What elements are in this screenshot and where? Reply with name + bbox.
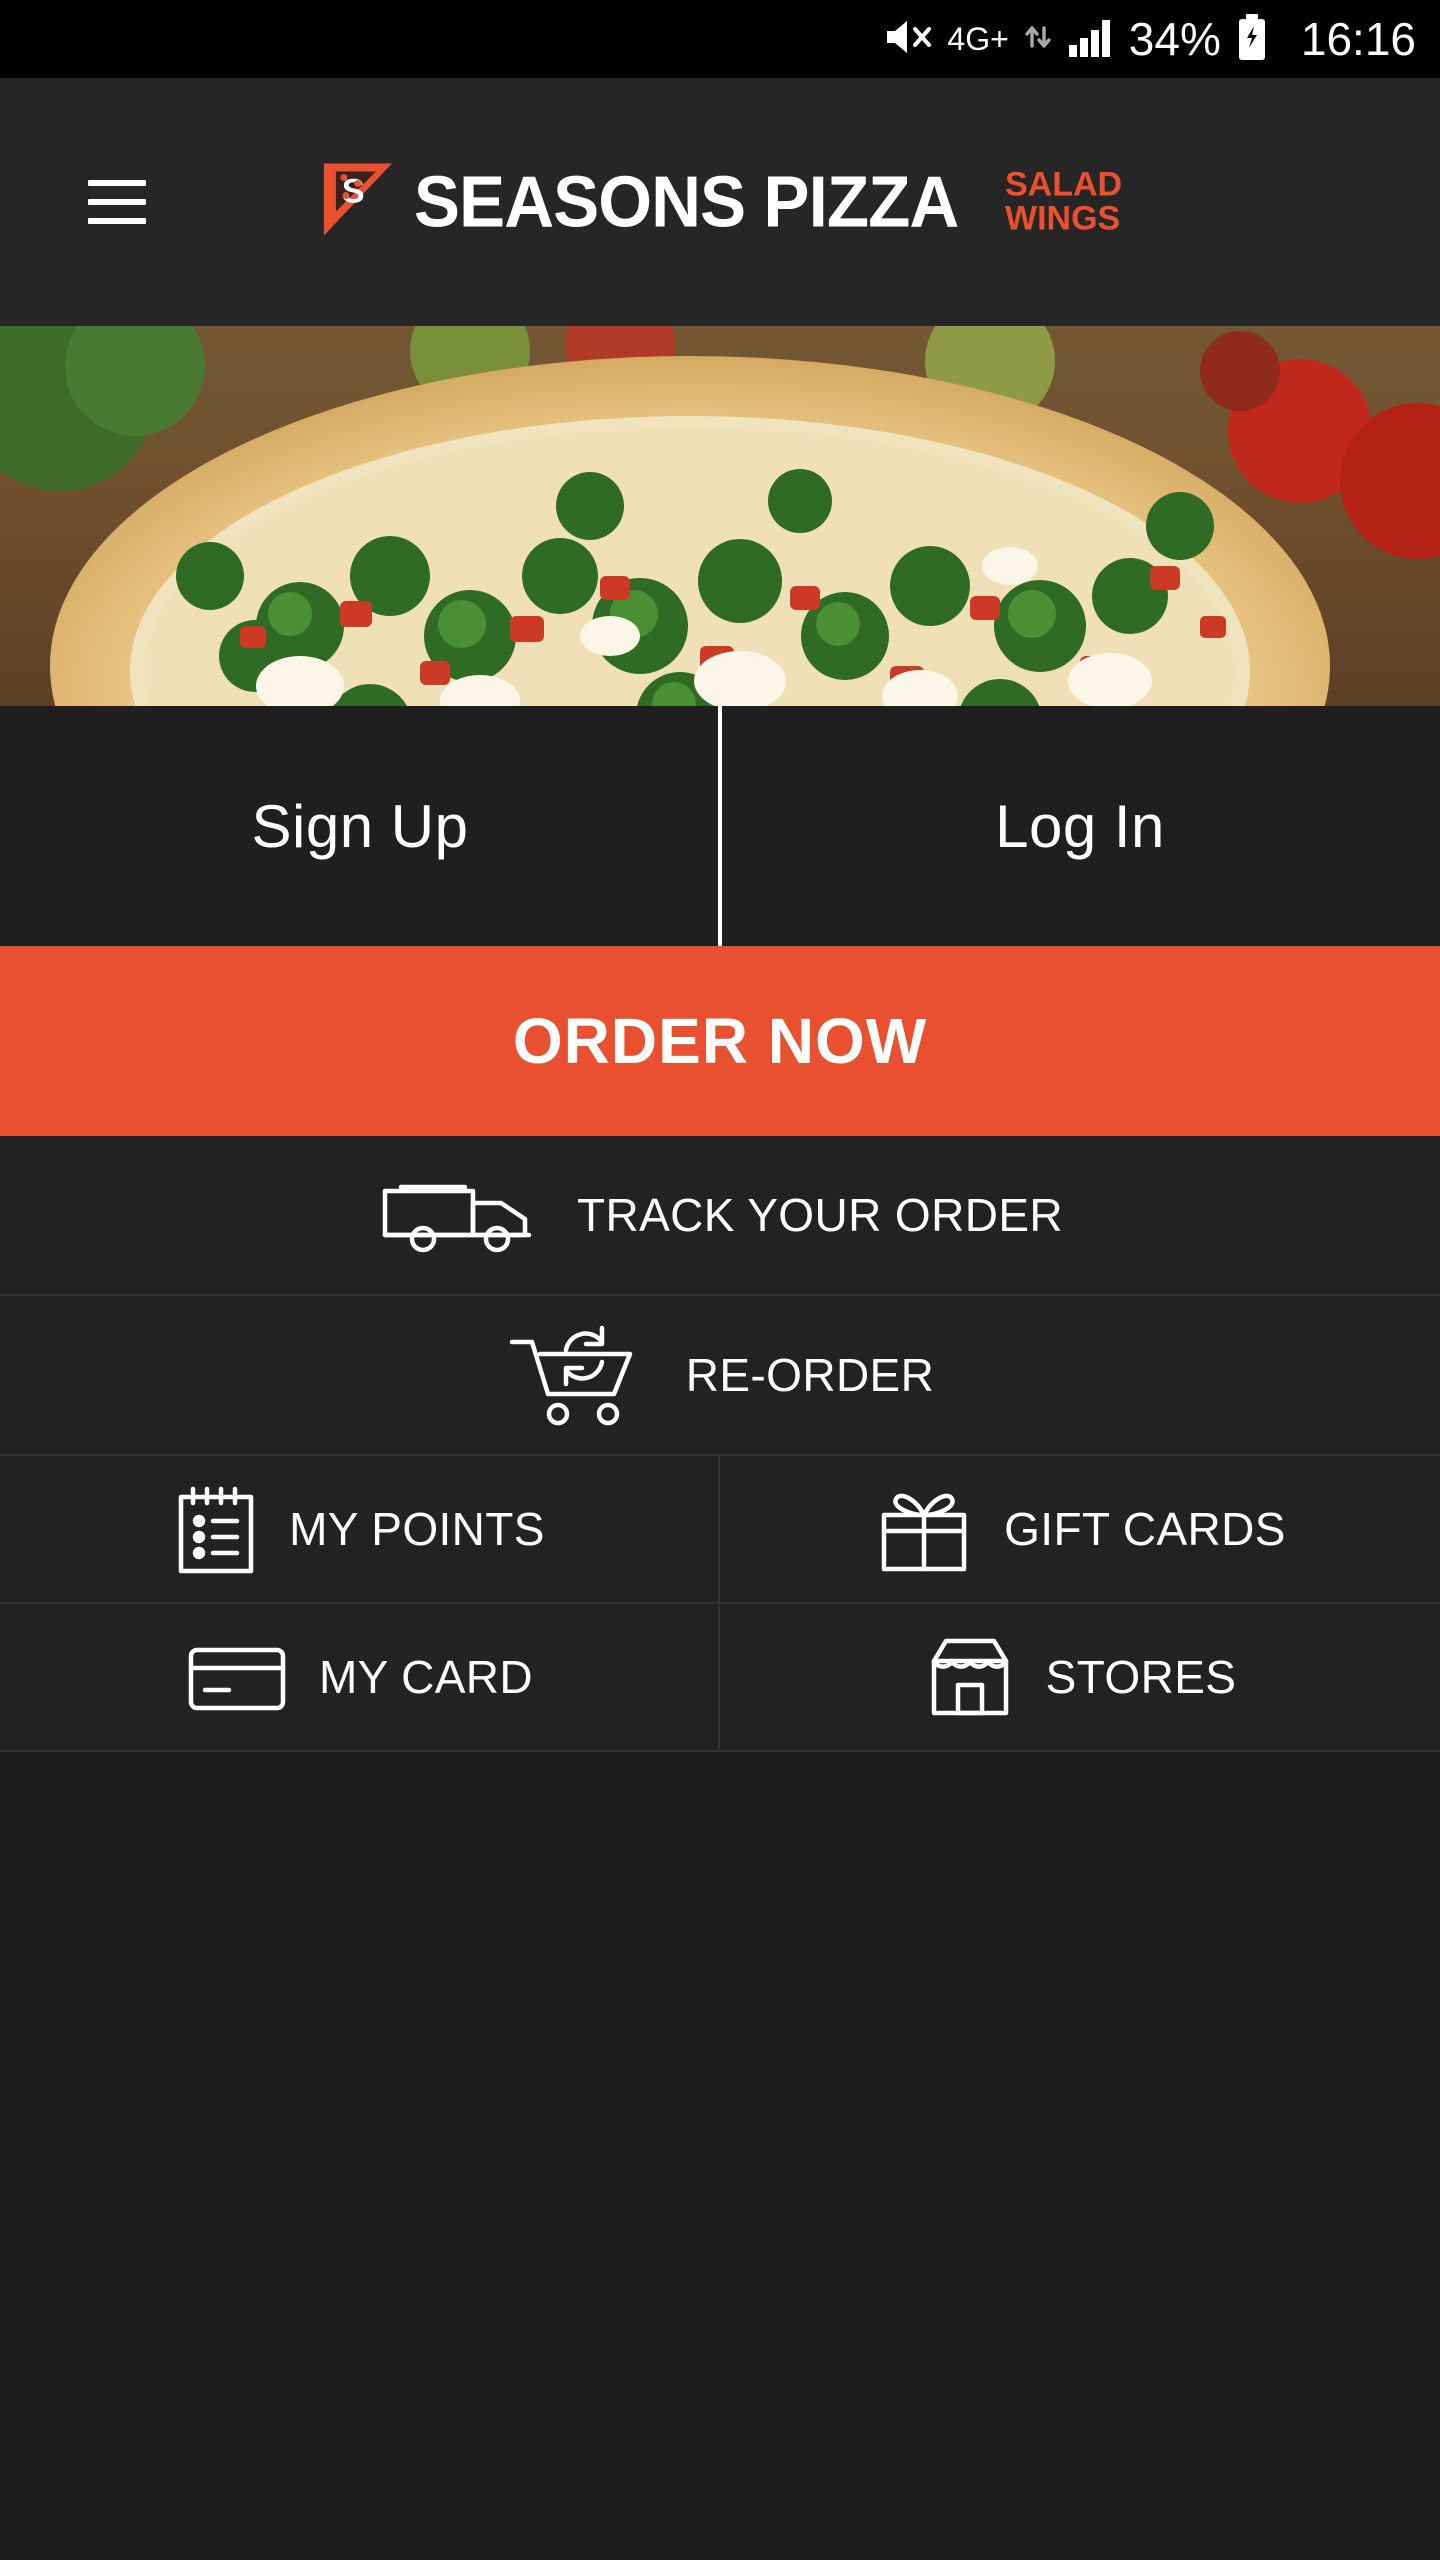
log-in-label: Log In <box>995 792 1165 860</box>
order-now-label: ORDER NOW <box>512 1005 928 1077</box>
re-order-row[interactable]: RE-ORDER <box>0 1296 1440 1456</box>
brand-tagline-line1: SALAD <box>1004 165 1123 204</box>
bottom-spacer <box>0 1752 1440 1782</box>
hamburger-menu-icon[interactable] <box>88 180 146 224</box>
storefront-icon <box>924 1631 1016 1723</box>
status-icons: 4G+ 34% 16:16 <box>883 12 1416 67</box>
status-clock: 16:16 <box>1300 13 1416 65</box>
quick-links-grid: MY POINTS GIFT CARDS MY CARD STORES <box>0 1456 1440 1752</box>
track-your-order-label: TRACK YOUR ORDER <box>576 1189 1064 1241</box>
order-now-button[interactable]: ORDER NOW <box>0 946 1440 1136</box>
gift-cards-cell[interactable]: GIFT CARDS <box>720 1456 1440 1604</box>
sign-up-button[interactable]: Sign Up <box>0 706 720 946</box>
brand-name: SEASONS PIZZA <box>413 162 959 242</box>
reorder-cart-icon <box>506 1320 646 1430</box>
battery-percent-label: 34% <box>1128 13 1221 65</box>
gift-cards-label: GIFT CARDS <box>1004 1503 1286 1555</box>
my-card-label: MY CARD <box>318 1651 534 1703</box>
data-transfer-icon <box>1023 16 1053 63</box>
pizza-photo-illustration <box>0 326 1440 706</box>
my-points-label: MY POINTS <box>289 1503 545 1555</box>
log-in-button[interactable]: Log In <box>720 706 1440 946</box>
app-screen: 4G+ 34% 16:16 S SEASONS PIZZA SALAD WING… <box>0 0 1440 2560</box>
credit-card-icon <box>185 1638 289 1716</box>
auth-row: Sign Up Log In <box>0 706 1440 946</box>
gift-box-icon <box>874 1481 974 1577</box>
my-points-cell[interactable]: MY POINTS <box>0 1456 720 1604</box>
re-order-label: RE-ORDER <box>685 1349 935 1401</box>
my-card-cell[interactable]: MY CARD <box>0 1604 720 1752</box>
brand-logo: S SEASONS PIZZA SALAD WINGS <box>318 158 1122 247</box>
delivery-truck-icon <box>377 1173 537 1257</box>
hero-banner-image <box>0 326 1440 706</box>
pizza-slice-logo-icon: S <box>318 158 398 247</box>
stores-cell[interactable]: STORES <box>720 1604 1440 1752</box>
stores-label: STORES <box>1045 1651 1237 1703</box>
brand-tagline-line2: WINGS <box>1004 199 1121 237</box>
sign-up-label: Sign Up <box>251 792 469 860</box>
battery-charging-icon <box>1235 12 1269 67</box>
notepad-points-icon <box>173 1479 259 1579</box>
app-header: S SEASONS PIZZA SALAD WINGS <box>0 78 1440 326</box>
brand-tagline: SALAD WINGS <box>1004 165 1123 237</box>
status-bar: 4G+ 34% 16:16 <box>0 0 1440 78</box>
network-type-label: 4G+ <box>947 21 1009 57</box>
signal-bars-icon <box>1067 15 1115 64</box>
mute-icon <box>883 15 933 64</box>
auth-divider <box>718 706 722 946</box>
track-your-order-row[interactable]: TRACK YOUR ORDER <box>0 1136 1440 1296</box>
